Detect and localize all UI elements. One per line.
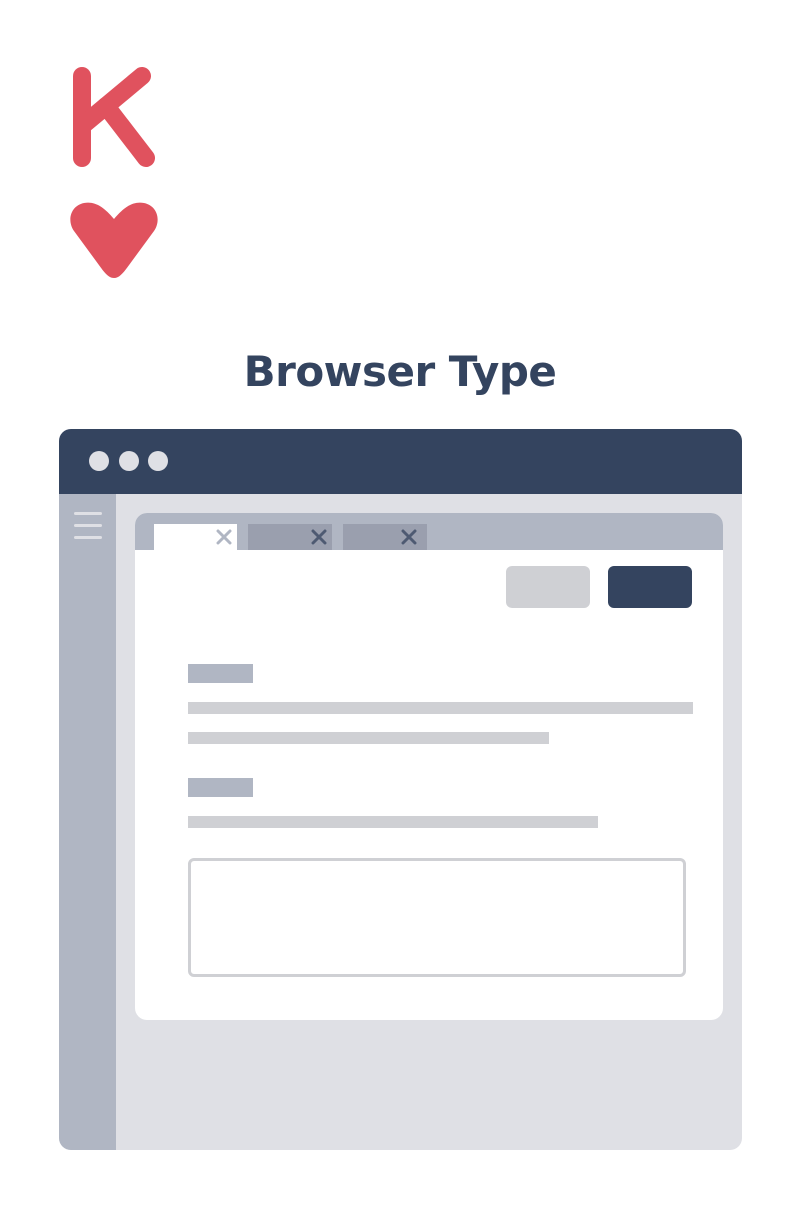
- text-area[interactable]: [188, 858, 686, 977]
- window-dot-icon[interactable]: [89, 451, 109, 471]
- tab-inactive[interactable]: [343, 524, 427, 550]
- placeholder-text-line: [188, 816, 598, 828]
- tab-strip: [135, 513, 723, 550]
- card-rank-k: [73, 67, 155, 167]
- page-title: Browser Type: [243, 347, 557, 396]
- placeholder-heading: [188, 664, 253, 683]
- browser-titlebar: [59, 429, 742, 494]
- secondary-button[interactable]: [506, 566, 590, 608]
- hamburger-menu-icon[interactable]: [74, 512, 102, 542]
- tab-inactive[interactable]: [248, 524, 332, 550]
- window-dot-icon[interactable]: [148, 451, 168, 471]
- browser-window: [59, 429, 742, 1150]
- placeholder-heading: [188, 778, 253, 797]
- primary-button[interactable]: [608, 566, 692, 608]
- close-icon[interactable]: [401, 529, 417, 545]
- tab-active[interactable]: [154, 524, 237, 550]
- close-icon[interactable]: [311, 529, 327, 545]
- window-dot-icon[interactable]: [119, 451, 139, 471]
- close-icon[interactable]: [216, 529, 232, 545]
- browser-sidebar: [59, 494, 116, 1150]
- placeholder-text-line: [188, 702, 693, 714]
- browser-content-panel: [135, 513, 723, 1020]
- heart-icon: [70, 202, 158, 278]
- placeholder-text-line: [188, 732, 549, 744]
